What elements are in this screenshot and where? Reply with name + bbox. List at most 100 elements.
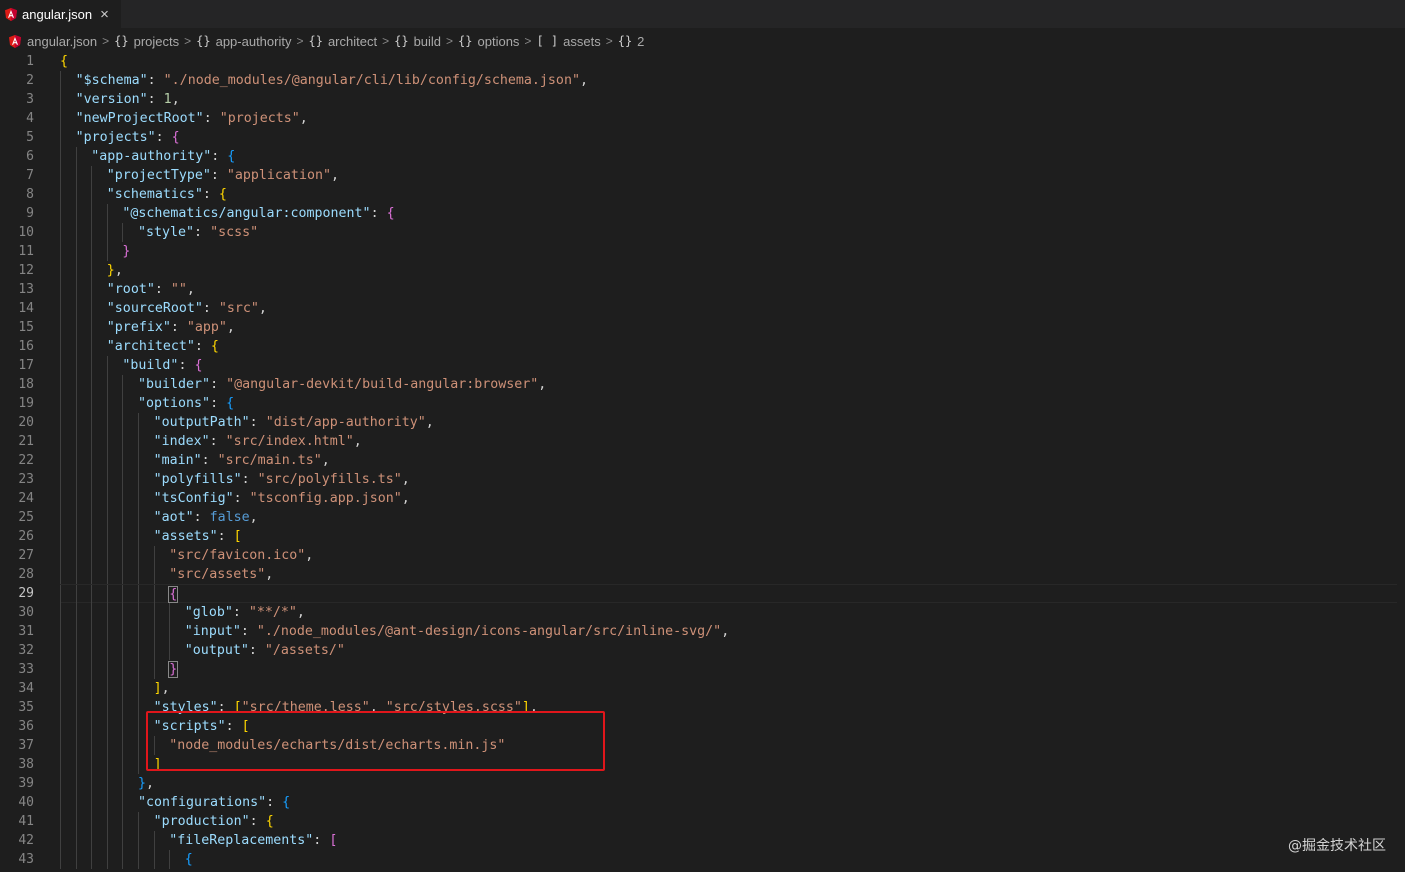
breadcrumb-item-assets[interactable]: [ ] assets bbox=[536, 34, 600, 49]
code-line[interactable]: 4 "newProjectRoot": "projects", bbox=[0, 109, 1405, 128]
code-line[interactable]: 7 "projectType": "application", bbox=[0, 166, 1405, 185]
code-line[interactable]: 23 "polyfills": "src/polyfills.ts", bbox=[0, 470, 1405, 489]
breadcrumb-item-options[interactable]: {} options bbox=[458, 34, 519, 49]
indent-guide bbox=[153, 603, 155, 622]
code-line[interactable]: 34], bbox=[0, 679, 1405, 698]
indent-guide bbox=[138, 736, 139, 755]
code-line[interactable]: 32 "output": "/assets/" bbox=[0, 641, 1405, 660]
indent-guide bbox=[91, 451, 93, 470]
code-token: "./node_modules/@ant-design/icons-angula… bbox=[256, 624, 722, 639]
indent-guide bbox=[122, 489, 124, 508]
breadcrumb-item-architect[interactable]: {} architect bbox=[309, 34, 378, 49]
indent-guide bbox=[60, 223, 61, 242]
indent-guide bbox=[75, 166, 77, 185]
breadcrumb-item-projects[interactable]: {} projects bbox=[114, 34, 179, 49]
code-line[interactable]: 18 "builder": "@angular-devkit/build-angu… bbox=[0, 375, 1405, 394]
code-line[interactable]: 39}, bbox=[0, 774, 1405, 793]
indent-guide bbox=[122, 679, 124, 698]
indent-guide bbox=[60, 432, 61, 451]
code-line[interactable]: 30 "glob": "**/*", bbox=[0, 603, 1405, 622]
array-symbol-icon: [ ] bbox=[536, 34, 559, 48]
indent-guide bbox=[122, 394, 124, 413]
code-line[interactable]: 10 "style": "scss" bbox=[0, 223, 1405, 242]
code-token: , bbox=[226, 320, 235, 335]
code-line[interactable]: 22 "main": "src/main.ts", bbox=[0, 451, 1405, 470]
code-line[interactable]: 1{ bbox=[0, 52, 1405, 71]
code-area: "styles": ["src/theme.less", "src/styles… bbox=[60, 698, 1397, 717]
code-area: "tsConfig": "tsconfig.app.json", bbox=[60, 489, 1397, 508]
code-area: "version": 1, bbox=[60, 90, 1397, 109]
code-line[interactable]: 16 "architect": { bbox=[0, 337, 1405, 356]
code-line[interactable]: 43 { bbox=[0, 850, 1405, 869]
code-line[interactable]: 38] bbox=[0, 755, 1405, 774]
code-line[interactable]: 20 "outputPath": "dist/app-authority", bbox=[0, 413, 1405, 432]
tab-angular-json[interactable]: angular.json × bbox=[0, 0, 121, 28]
line-number: 4 bbox=[26, 111, 34, 126]
code-line[interactable]: 35 "styles": ["src/theme.less", "src/styl… bbox=[0, 698, 1405, 717]
code-line[interactable]: 41 "production": { bbox=[0, 812, 1405, 831]
indent-guide bbox=[122, 565, 124, 584]
code-line[interactable]: 25 "aot": false, bbox=[0, 508, 1405, 527]
code-text: "schematics": { bbox=[107, 185, 227, 204]
indent-guide bbox=[153, 831, 155, 850]
code-line[interactable]: 14 "sourceRoot": "src", bbox=[0, 299, 1405, 318]
code-line[interactable]: 19 "options": { bbox=[0, 394, 1405, 413]
indent-guide bbox=[106, 698, 108, 717]
indent-guide bbox=[122, 451, 124, 470]
code-line[interactable]: 9 "@schematics/angular:component": { bbox=[0, 204, 1405, 223]
code-line[interactable]: 37 "node_modules/echarts/dist/echarts.min… bbox=[0, 736, 1405, 755]
indent-guide bbox=[75, 641, 77, 660]
indent-guide bbox=[75, 565, 77, 584]
code-line[interactable]: 13 "root": "", bbox=[0, 280, 1405, 299]
code-text: { bbox=[185, 850, 193, 869]
code-line[interactable]: 31 "input": "./node_modules/@ant-design/i… bbox=[0, 622, 1405, 641]
indent-guide bbox=[122, 774, 124, 793]
indent-guide bbox=[75, 394, 77, 413]
code-line[interactable]: 15 "prefix": "app", bbox=[0, 318, 1405, 337]
breadcrumb-item-build[interactable]: {} build bbox=[394, 34, 441, 49]
code-line[interactable]: 28 "src/assets", bbox=[0, 565, 1405, 584]
indent-guide bbox=[75, 793, 77, 812]
code-line[interactable]: 36 "scripts": [ bbox=[0, 717, 1405, 736]
close-icon[interactable]: × bbox=[100, 7, 109, 22]
code-line[interactable]: 11} bbox=[0, 242, 1405, 261]
indent-guide bbox=[106, 622, 108, 641]
code-token: , bbox=[321, 453, 330, 468]
indent-guide bbox=[60, 413, 61, 432]
code-line[interactable]: 5 "projects": { bbox=[0, 128, 1405, 147]
code-line[interactable]: 27 "src/favicon.ico", bbox=[0, 546, 1405, 565]
code-line[interactable]: 24 "tsConfig": "tsconfig.app.json", bbox=[0, 489, 1405, 508]
code-area: "production": { bbox=[60, 812, 1397, 831]
code-line[interactable]: 33} bbox=[0, 660, 1405, 679]
code-line[interactable]: 2 "$schema": "./node_modules/@angular/cli… bbox=[0, 71, 1405, 90]
code-line[interactable]: 8 "schematics": { bbox=[0, 185, 1405, 204]
code-line[interactable]: 40 "configurations": { bbox=[0, 793, 1405, 812]
code-token: : bbox=[217, 700, 234, 715]
code-line[interactable]: 6 "app-authority": { bbox=[0, 147, 1405, 166]
code-token: : bbox=[147, 92, 164, 107]
breadcrumb-item-2[interactable]: {} 2 bbox=[618, 34, 645, 49]
breadcrumb-item-app-authority[interactable]: {} app-authority bbox=[196, 34, 291, 49]
code-token: "polyfills" bbox=[153, 472, 242, 487]
indent-guide bbox=[60, 166, 61, 185]
code-token: : bbox=[266, 795, 283, 810]
breadcrumb-separator: > bbox=[382, 34, 390, 48]
code-token: "aot" bbox=[153, 510, 194, 525]
code-token: false bbox=[209, 510, 250, 525]
code-token: : bbox=[210, 396, 227, 411]
indent-guide bbox=[60, 147, 61, 166]
code-line[interactable]: 42 "fileReplacements": [ bbox=[0, 831, 1405, 850]
code-line[interactable]: 26 "assets": [ bbox=[0, 527, 1405, 546]
code-line[interactable]: 17 "build": { bbox=[0, 356, 1405, 375]
code-text: }, bbox=[138, 774, 154, 793]
code-line[interactable]: 21 "index": "src/index.html", bbox=[0, 432, 1405, 451]
code-token: "./node_modules/@angular/cli/lib/config/… bbox=[163, 73, 580, 88]
indent-guide bbox=[106, 394, 108, 413]
code-line[interactable]: 12}, bbox=[0, 261, 1405, 280]
breadcrumb-item-angular-json[interactable]: angular.json bbox=[9, 34, 97, 49]
breadcrumb-label: angular.json bbox=[27, 33, 98, 49]
code-line[interactable]: 29 { bbox=[0, 584, 1405, 604]
code-editor[interactable]: 1{2 "$schema": "./node_modules/@angular/c… bbox=[0, 51, 1405, 872]
indent-guide bbox=[75, 470, 77, 489]
code-line[interactable]: 3 "version": 1, bbox=[0, 90, 1405, 109]
